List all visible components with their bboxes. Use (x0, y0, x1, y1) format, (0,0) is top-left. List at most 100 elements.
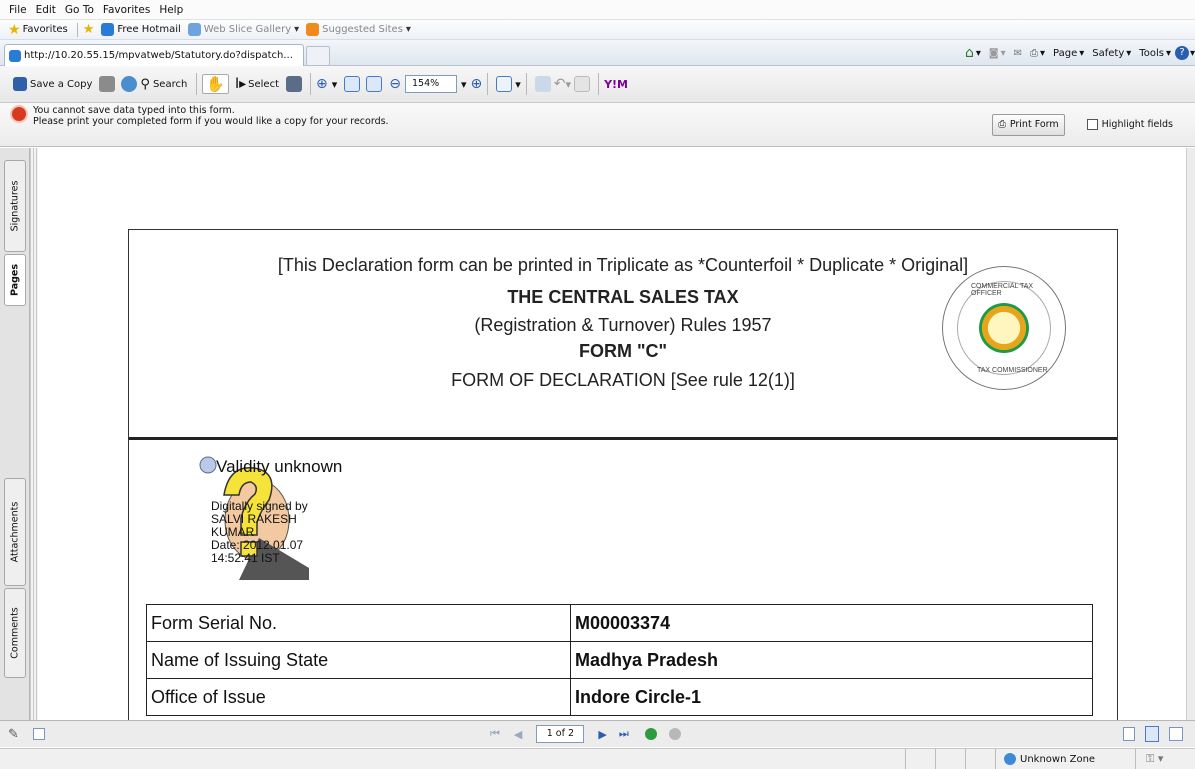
link-free-hotmail[interactable]: Free Hotmail (98, 23, 181, 36)
snapshot-icon[interactable] (286, 76, 302, 92)
link-label: Web Slice Gallery (203, 24, 292, 35)
acrobat-toolbar: Save a Copy ⚲ Search ✋ I▸ Select ⊕ ▾ ⊖ 1… (0, 66, 1195, 103)
print-icon[interactable] (99, 76, 116, 92)
home-icon[interactable]: ⌂ (965, 45, 974, 61)
tab-bar: http://10.20.55.15/mpvatweb/Statutory.do… (0, 40, 1195, 66)
chevron-down-icon[interactable]: ▾ (1001, 48, 1006, 59)
menu-edit[interactable]: Edit (36, 4, 56, 16)
chevron-down-icon[interactable]: ▾ (976, 48, 981, 59)
vertical-scrollbar[interactable] (1186, 148, 1195, 720)
tab-signatures[interactable]: Signatures (4, 160, 26, 252)
menu-goto[interactable]: Go To (65, 4, 94, 16)
emblem-icon (979, 303, 1029, 353)
separator (487, 73, 489, 95)
zoom-in-tool-icon[interactable]: ⊕ (316, 76, 328, 92)
form-page: [This Declaration form can be printed in… (128, 229, 1118, 720)
browser-tab[interactable]: http://10.20.55.15/mpvatweb/Statutory.do… (4, 44, 304, 66)
favorites-button[interactable]: ★ Favorites (8, 22, 68, 38)
triplicate-note: [This Declaration form can be printed in… (277, 255, 969, 275)
tab-pages[interactable]: Pages (4, 254, 26, 306)
digital-signature[interactable]: Validity unknown Digitally signed by SAL… (199, 450, 399, 590)
next-page-icon[interactable]: ▶ (598, 728, 606, 741)
select-tool-button[interactable]: I▸ Select (235, 76, 279, 92)
add-favorite-icon[interactable]: ★ (83, 22, 95, 37)
annotate-icon[interactable]: ✎ (8, 727, 19, 742)
form-message-bar: You cannot save data typed into this for… (0, 103, 1195, 147)
status-segment (935, 749, 965, 769)
zoom-level-input[interactable]: 154% (405, 75, 457, 93)
menu-bar: File Edit Go To Favorites Help (0, 0, 1195, 20)
floppy-disk-icon (13, 77, 27, 91)
chevron-down-icon[interactable]: ▾ (515, 78, 521, 91)
options-icon[interactable] (32, 728, 45, 740)
chevron-down-icon[interactable]: ▾ (461, 78, 467, 91)
chevron-down-icon[interactable]: ▾ (1040, 48, 1045, 59)
chevron-down-icon[interactable]: ▾ (332, 78, 338, 91)
fit-page-icon[interactable] (344, 76, 361, 92)
help-icon[interactable]: ? (1174, 46, 1189, 60)
go-back-icon[interactable] (644, 728, 657, 740)
yahoo-messenger-icon[interactable]: Y!M (604, 78, 628, 91)
message-line-1: You cannot save data typed into this for… (33, 105, 235, 116)
facing-pages-icon[interactable] (1169, 727, 1183, 741)
fit-width-icon[interactable] (366, 76, 383, 92)
go-forward-icon[interactable] (668, 728, 681, 740)
row-label: Office of Issue (146, 678, 571, 716)
search-button[interactable]: ⚲ Search (140, 77, 187, 92)
security-zone[interactable]: Unknown Zone (995, 749, 1135, 769)
favorites-label: Favorites (22, 24, 68, 35)
feeds-icon[interactable]: ◙ (989, 48, 999, 59)
zoom-in-icon[interactable]: ⊕ (471, 76, 483, 92)
globe-icon (1004, 753, 1016, 765)
form-tool-icon[interactable] (534, 76, 551, 92)
document-view[interactable]: [This Declaration form can be printed in… (38, 148, 1186, 720)
chevron-down-icon[interactable]: ▾ (566, 78, 572, 91)
tools-menu[interactable]: Tools (1139, 48, 1164, 59)
menu-favorites[interactable]: Favorites (103, 4, 150, 16)
panel-splitter[interactable] (30, 148, 38, 720)
row-label: Form Serial No. (146, 604, 571, 642)
safety-menu[interactable]: Safety (1092, 48, 1124, 59)
tab-comments[interactable]: Comments (4, 588, 26, 678)
seal-text-bottom: TAX COMMISSIONER (977, 367, 1048, 374)
table-row: Form Serial No. M00003374 (146, 604, 1093, 642)
last-page-icon[interactable]: ⏭ (619, 727, 629, 741)
header-divider (129, 437, 1117, 440)
menu-file[interactable]: File (9, 4, 27, 16)
print-form-button[interactable]: ⎙ Print Form (992, 113, 1065, 136)
highlight-fields-toggle[interactable]: Highlight fields (1086, 119, 1173, 130)
save-copy-button[interactable]: Save a Copy (10, 77, 92, 91)
tab-label: Comments (9, 607, 21, 659)
mail-icon[interactable]: ✉ (1014, 48, 1022, 59)
highlight-label: Highlight fields (1101, 119, 1173, 130)
print-icon[interactable]: ⎙ (1030, 48, 1038, 59)
separator (310, 73, 311, 95)
new-tab-button[interactable] (306, 46, 330, 66)
hand-tool-icon[interactable]: ✋ (202, 74, 229, 94)
chevron-down-icon: ▾ (1126, 47, 1132, 59)
document-icon[interactable] (574, 76, 591, 92)
link-web-slice-gallery[interactable]: Web Slice Gallery ▾ (185, 23, 299, 36)
table-row: Name of Issuing State Madhya Pradesh (146, 641, 1093, 679)
page-navigation-bar: ✎ ⏮ ◀ 1 of 2 ▶ ⏭ (0, 720, 1195, 747)
single-page-icon[interactable] (1123, 727, 1135, 741)
undo-icon[interactable]: ↶ (554, 76, 566, 92)
menu-help[interactable]: Help (159, 4, 183, 16)
favorites-bar: ★ Favorites ★ Free Hotmail Web Slice Gal… (0, 20, 1195, 40)
protected-mode-icon[interactable]: ⚿ ▾ (1135, 749, 1195, 769)
highlight-checkbox[interactable] (1086, 119, 1098, 130)
link-suggested-sites[interactable]: Suggested Sites ▾ (303, 23, 411, 36)
text-cursor-icon: I▸ (234, 76, 247, 92)
tab-attachments[interactable]: Attachments (4, 478, 26, 586)
previous-page-icon[interactable]: ◀ (514, 728, 522, 741)
first-page-icon[interactable]: ⏮ (490, 727, 500, 741)
continuous-page-icon[interactable] (1145, 726, 1159, 742)
link-label: Suggested Sites (322, 24, 403, 35)
email-icon[interactable] (121, 76, 138, 92)
separator (598, 73, 600, 95)
page-number-input[interactable]: 1 of 2 (536, 725, 585, 743)
page-menu[interactable]: Page (1053, 48, 1077, 59)
page-layout-icon[interactable] (496, 76, 513, 92)
chevron-down-icon: ▾ (294, 24, 300, 35)
zoom-out-icon[interactable]: ⊖ (389, 76, 401, 92)
